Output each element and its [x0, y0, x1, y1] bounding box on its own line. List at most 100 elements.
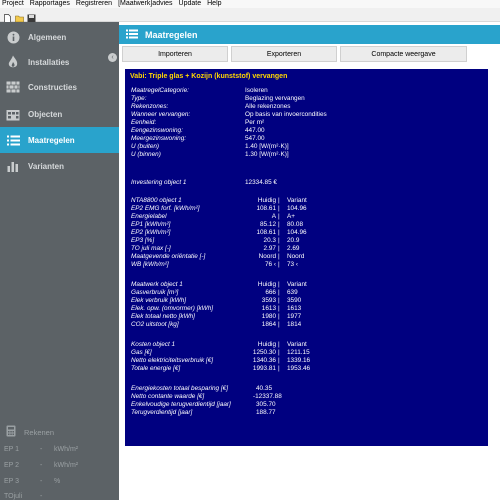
sidebar-item-label: Objecten: [28, 109, 63, 119]
calculator-icon: [6, 425, 16, 439]
current-value: Noord: [258, 253, 276, 260]
summary-key: Terugverdientijd [jaar]: [131, 409, 193, 416]
result-value: -: [40, 478, 43, 485]
ep3-result: EP 3 - %: [4, 478, 94, 485]
menu-update[interactable]: Update: [179, 0, 202, 8]
info-key: Rekenzones:: [131, 103, 169, 110]
sidebar-item-installaties[interactable]: Installaties: [0, 49, 119, 75]
menu-project[interactable]: Project: [2, 0, 24, 8]
rekenen-section[interactable]: Rekenen: [6, 425, 54, 439]
result-label: TOjuli: [4, 493, 23, 500]
sidebar-item-constructies[interactable]: Constructies: [0, 74, 119, 100]
result-value: -: [40, 446, 43, 453]
info-key: U (buiten): [131, 143, 160, 150]
variant-value: Variant: [287, 281, 307, 288]
column-separator: |: [278, 197, 280, 204]
variant-value: 73 ‹: [287, 261, 299, 268]
variant-value: 639: [287, 289, 298, 296]
variant-value: 3590: [287, 297, 302, 304]
result-unit: kWh/m²: [54, 462, 79, 469]
collapse-sidebar-button[interactable]: ‹: [108, 53, 117, 62]
sidebar-item-label: Maatregelen: [28, 135, 75, 145]
info-icon: [6, 30, 20, 44]
variant-value: 20.9: [287, 237, 300, 244]
result-unit: [54, 493, 94, 500]
new-file-icon[interactable]: [3, 10, 12, 23]
info-value: 447.00: [245, 127, 265, 134]
info-key: U (binnen): [131, 151, 161, 158]
sidebar-item-objecten[interactable]: Objecten: [0, 101, 119, 127]
variant-value: 1814: [287, 321, 302, 328]
sidebar-item-label: Algemeen: [28, 32, 67, 42]
variant-value: Noord: [287, 253, 305, 260]
current-value: 666: [265, 289, 276, 296]
info-value: 547.00: [245, 135, 265, 142]
sidebar-item-label: Varianten: [28, 161, 65, 171]
info-key: MaatregelCategorie:: [131, 87, 189, 94]
compare-key: CO2 uitstoot [kg]: [131, 321, 179, 328]
ep1-result: EP 1 - kWh/m²: [4, 446, 94, 453]
variant-value: A+: [287, 213, 295, 220]
compare-key: EP2 [kWh/m²]: [131, 229, 171, 236]
compare-key: TO juli max [-]: [131, 245, 171, 252]
column-separator: |: [278, 297, 280, 304]
summary-value: 40.35: [256, 385, 272, 392]
column-separator: |: [278, 245, 280, 252]
menu-help[interactable]: Help: [207, 0, 221, 8]
current-value: 1250.30: [252, 349, 276, 356]
menu-registreren[interactable]: Registreren: [76, 0, 112, 8]
column-separator: |: [278, 253, 280, 260]
column-separator: |: [278, 321, 280, 328]
result-label: EP 1: [4, 446, 20, 453]
info-key: Eenheid:: [131, 119, 157, 126]
variant-value: 1977: [287, 313, 302, 320]
sidebar-item-algemeen[interactable]: Algemeen: [0, 24, 119, 50]
column-separator: |: [278, 229, 280, 236]
compare-key: Totale energie [€]: [131, 365, 181, 372]
toolbar: [0, 8, 500, 23]
sidebar-item-maatregelen[interactable]: Maatregelen: [0, 127, 119, 153]
menu-maatwerkadvies[interactable]: [Maatwerk]advies: [118, 0, 172, 8]
flame-icon: [6, 55, 20, 69]
info-key: Meergezinswoning:: [131, 135, 187, 142]
page-title: Maatregelen: [145, 29, 198, 40]
info-key: Eengezinswoning:: [131, 127, 183, 134]
export-button[interactable]: Exporteren: [231, 46, 337, 62]
open-folder-icon[interactable]: [15, 10, 24, 23]
measure-detail-panel: Vabi: Triple glas + Kozijn (kunststof) v…: [125, 69, 488, 446]
menu-rapportages[interactable]: Rapportages: [30, 0, 70, 8]
current-value: 3593: [261, 297, 276, 304]
column-separator: |: [278, 213, 280, 220]
compare-key: Elek totaal netto [kWh]: [131, 313, 195, 320]
save-icon[interactable]: [27, 10, 36, 23]
action-bar: Importeren Exporteren Compacte weergave: [122, 46, 467, 62]
variant-value: 104.96: [287, 229, 307, 236]
compare-key: NTA8800 object 1: [131, 197, 182, 204]
column-separator: |: [278, 305, 280, 312]
sidebar-item-varianten[interactable]: Varianten: [0, 153, 119, 179]
import-button[interactable]: Importeren: [122, 46, 228, 62]
current-value: 1993.81: [252, 365, 276, 372]
info-value: Op basis van invoercondities: [245, 111, 327, 118]
column-separator: |: [278, 289, 280, 296]
info-value: 1.30 [W/(m²·K)]: [245, 151, 289, 158]
variant-value: 1211.15: [287, 349, 310, 356]
current-value: Huidig: [257, 341, 276, 348]
result-value: -: [40, 462, 43, 469]
result-value: -: [40, 493, 43, 500]
info-value: Per m²: [245, 119, 265, 126]
info-value: Isoleren: [245, 87, 268, 94]
compare-key: Gas [€]: [131, 349, 152, 356]
compact-view-button[interactable]: Compacte weergave: [340, 46, 467, 62]
info-value: Alle rekenzones: [245, 103, 291, 110]
rekenen-label: Rekenen: [24, 427, 55, 437]
compare-key: EP1 [kWh/m²]: [131, 221, 171, 228]
bar-chart-icon: [6, 159, 20, 173]
summary-value: -12337.88: [253, 393, 282, 400]
section-header: Maatregelen: [119, 25, 500, 44]
compare-key: Kosten object 1: [131, 341, 176, 348]
compare-key: WB [kWh/m²]: [131, 261, 169, 268]
menu-bar: Project Rapportages Registreren [Maatwer…: [0, 0, 500, 8]
compare-key: Energielabel: [131, 213, 167, 220]
result-unit: kWh/m²: [54, 446, 79, 453]
